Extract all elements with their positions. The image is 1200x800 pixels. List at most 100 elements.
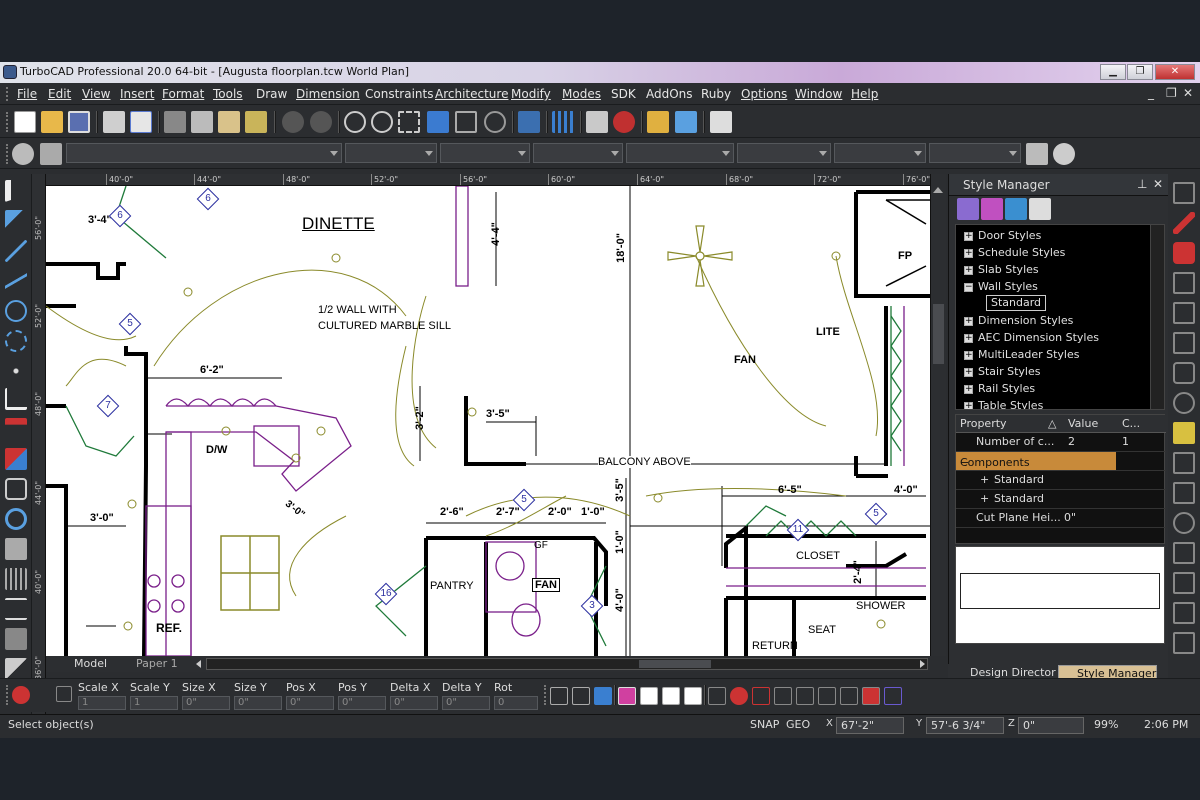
open-folder-icon[interactable] bbox=[41, 111, 63, 133]
plus-icon[interactable] bbox=[1173, 632, 1195, 654]
undo-icon[interactable] bbox=[282, 111, 304, 133]
menu-ruby[interactable]: Ruby bbox=[701, 87, 731, 101]
property-row[interactable]: Cut Plane Hei... 0" bbox=[956, 509, 1166, 528]
tree-item-stair-styles[interactable]: + Stair Styles bbox=[964, 363, 1040, 380]
menu-insert[interactable]: Insert bbox=[120, 87, 154, 101]
snap-settings-icon[interactable] bbox=[884, 687, 902, 705]
linestyle-combo[interactable] bbox=[834, 143, 926, 163]
restore-button[interactable]: ❐ bbox=[1127, 64, 1153, 80]
size-y-input[interactable]: 0" bbox=[234, 696, 282, 710]
cube-icon[interactable] bbox=[675, 111, 697, 133]
drawing-canvas[interactable]: DINETTE 1/2 WALL WITH CULTURED MARBLE SI… bbox=[46, 186, 930, 656]
door-tool-icon[interactable] bbox=[1173, 332, 1195, 354]
finish-icon[interactable] bbox=[12, 686, 30, 704]
wall-tool-icon[interactable] bbox=[1173, 182, 1195, 204]
menu-file[interactable]: File bbox=[17, 87, 37, 101]
edit-style-icon[interactable] bbox=[981, 198, 1003, 220]
arc-icon[interactable] bbox=[5, 330, 27, 352]
folders-icon[interactable] bbox=[647, 111, 669, 133]
circle-icon[interactable] bbox=[5, 300, 27, 322]
menu-addons[interactable]: AddOns bbox=[646, 87, 693, 101]
pattern-combo[interactable] bbox=[626, 143, 734, 163]
tree-item-standard[interactable]: Standard bbox=[986, 295, 1047, 311]
array-icon[interactable] bbox=[5, 568, 27, 590]
toolbar-grip[interactable] bbox=[6, 685, 9, 705]
snap-perpendicular-icon[interactable] bbox=[684, 687, 702, 705]
horizontal-scrollbar[interactable] bbox=[206, 658, 928, 670]
sort-icon[interactable]: △ bbox=[1048, 417, 1056, 430]
menu-modify[interactable]: Modify bbox=[511, 87, 551, 101]
snap-center-icon[interactable] bbox=[640, 687, 658, 705]
mdi-close-button[interactable]: ✕ bbox=[1183, 86, 1193, 100]
snap-arc-icon[interactable] bbox=[752, 687, 770, 705]
property-row[interactable]: + Standard bbox=[956, 471, 1166, 490]
dimension-tool-icon[interactable] bbox=[5, 598, 27, 620]
zoom-page-icon[interactable] bbox=[455, 111, 477, 133]
tree-item-door-styles[interactable]: + Door Styles bbox=[964, 227, 1041, 244]
menu-edit[interactable]: Edit bbox=[48, 87, 71, 101]
new-file-icon[interactable] bbox=[14, 111, 36, 133]
snap-quadrant-icon[interactable] bbox=[708, 687, 726, 705]
menu-draw[interactable]: Draw bbox=[256, 87, 287, 101]
tree-item-dimension-styles[interactable]: + Dimension Styles bbox=[964, 312, 1073, 329]
3d-icon[interactable] bbox=[5, 478, 27, 500]
print-icon[interactable] bbox=[103, 111, 125, 133]
delta-y-input[interactable]: 0" bbox=[442, 696, 490, 710]
z-coordinate[interactable]: 0" bbox=[1018, 717, 1084, 734]
property-row-components[interactable]: − Components bbox=[956, 452, 1166, 471]
room-tool-icon[interactable] bbox=[1173, 452, 1195, 474]
tree-item-wall-styles[interactable]: − Wall Styles bbox=[964, 278, 1038, 295]
pos-y-input[interactable]: 0" bbox=[338, 696, 386, 710]
tab-model[interactable]: Model bbox=[58, 656, 107, 672]
horizontal-scroll-thumb[interactable] bbox=[639, 660, 711, 668]
linetype-combo[interactable] bbox=[929, 143, 1021, 163]
copy-icon[interactable] bbox=[191, 111, 213, 133]
menu-tools[interactable]: Tools bbox=[213, 87, 243, 101]
geo-toggle[interactable]: GEO bbox=[786, 718, 810, 731]
snap-intersection-icon[interactable] bbox=[618, 687, 636, 705]
toolbar-grip[interactable] bbox=[6, 144, 9, 164]
pin-icon[interactable]: ⊥ bbox=[1137, 177, 1147, 191]
column-icon[interactable] bbox=[1173, 362, 1195, 384]
polyline-icon[interactable] bbox=[5, 270, 27, 292]
paste-icon[interactable] bbox=[218, 111, 240, 133]
menu-modes[interactable]: Modes bbox=[562, 87, 601, 101]
roof-icon[interactable] bbox=[1173, 242, 1195, 264]
insert-symbol-icon[interactable] bbox=[5, 418, 27, 440]
line-icon[interactable] bbox=[5, 240, 27, 262]
color-fill-icon[interactable] bbox=[5, 448, 27, 470]
layer-stack-icon[interactable] bbox=[1053, 143, 1075, 165]
snap-vertex-icon[interactable] bbox=[572, 687, 590, 705]
menu-format[interactable]: Format bbox=[162, 87, 204, 101]
slab-icon[interactable] bbox=[1173, 212, 1195, 234]
menu-constraints[interactable]: Constraints bbox=[365, 87, 433, 101]
menu-dimension[interactable]: Dimension bbox=[296, 87, 360, 101]
snap-middle-icon[interactable] bbox=[594, 687, 612, 705]
snap-drawing-aids-icon[interactable] bbox=[862, 687, 880, 705]
scroll-right-icon[interactable] bbox=[920, 660, 929, 668]
scroll-left-icon[interactable] bbox=[192, 660, 201, 668]
vertical-scrollbar[interactable] bbox=[930, 174, 946, 656]
tree-item-slab-styles[interactable]: + Slab Styles bbox=[964, 261, 1039, 278]
close-button[interactable]: ✕ bbox=[1155, 64, 1195, 80]
text-icon[interactable] bbox=[5, 388, 27, 410]
snap-align-icon[interactable] bbox=[840, 687, 858, 705]
menu-options[interactable]: Options bbox=[741, 87, 787, 101]
vertical-scroll-thumb[interactable] bbox=[933, 304, 944, 364]
edit-tool-icon[interactable] bbox=[5, 210, 27, 232]
pan-icon[interactable] bbox=[484, 111, 506, 133]
tree-item-table-styles[interactable]: + Table Styles bbox=[964, 397, 1043, 409]
panel-close-icon[interactable]: ✕ bbox=[1153, 177, 1163, 191]
style-tree[interactable]: + Door Styles + Schedule Styles + Slab Styl… bbox=[955, 224, 1165, 410]
x-coordinate[interactable]: 67'-2" bbox=[836, 717, 904, 734]
zoom-out-icon[interactable] bbox=[371, 111, 393, 133]
width-combo[interactable] bbox=[533, 143, 623, 163]
header-value[interactable]: Value bbox=[1068, 417, 1098, 430]
tree-scrollbar[interactable] bbox=[1150, 225, 1164, 409]
schedule-icon[interactable] bbox=[1173, 482, 1195, 504]
print-preview-icon[interactable] bbox=[130, 111, 152, 133]
stair-icon[interactable] bbox=[1173, 272, 1195, 294]
railing-icon[interactable] bbox=[1173, 392, 1195, 414]
menu-sdk[interactable]: SDK bbox=[611, 87, 636, 101]
purge-style-icon[interactable] bbox=[1029, 198, 1051, 220]
